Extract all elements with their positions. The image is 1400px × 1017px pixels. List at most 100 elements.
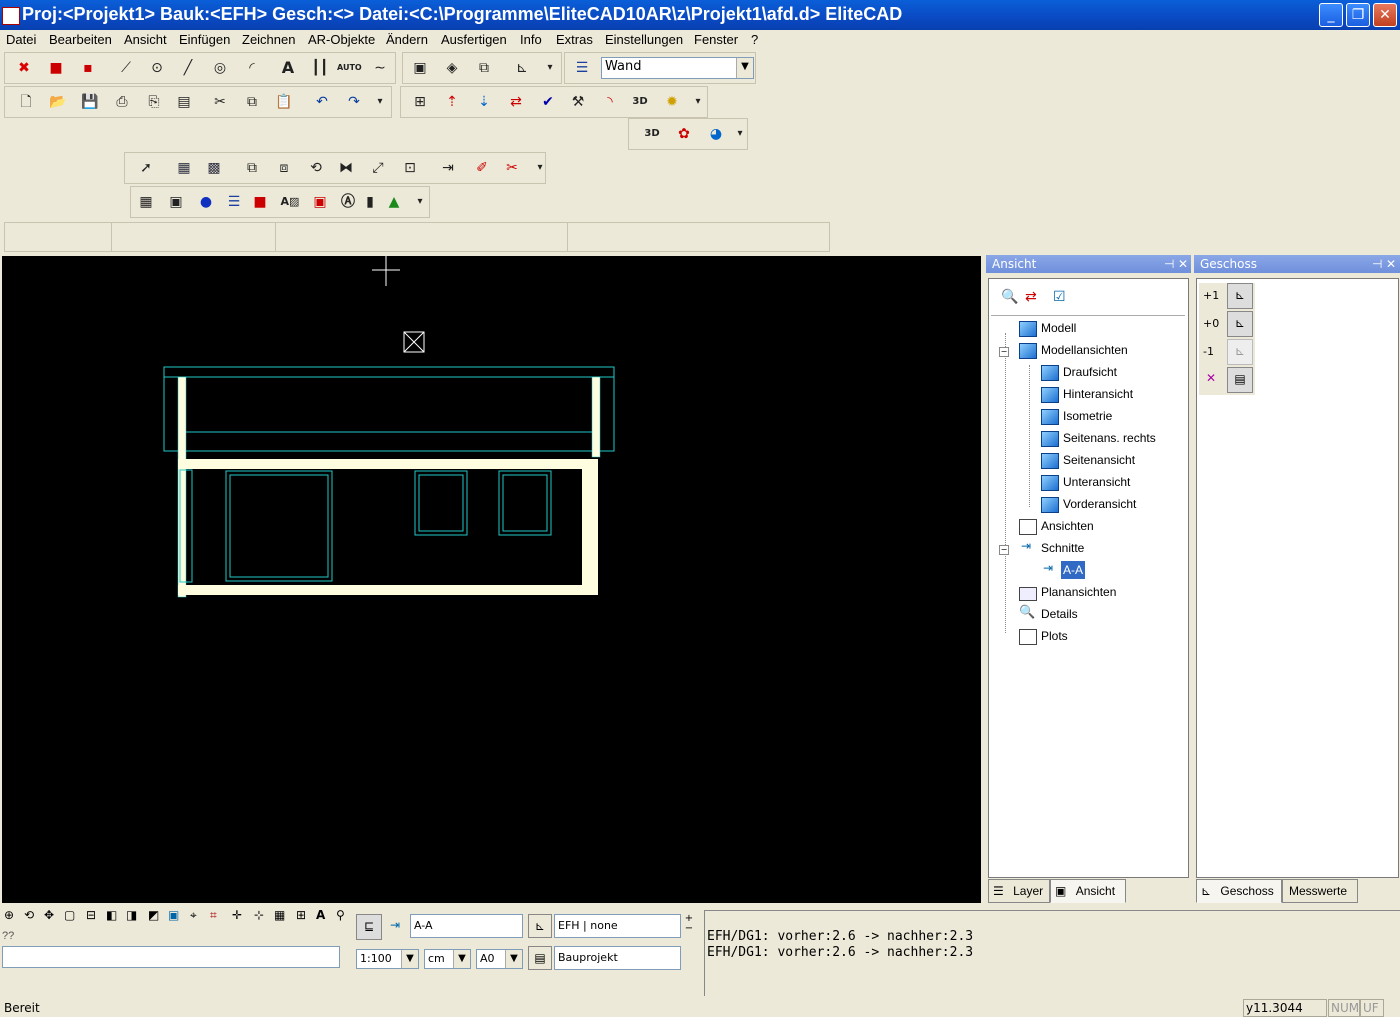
project-sync-icon[interactable]: ⇄ [505,91,527,113]
tree-item-plots[interactable]: Plots [1041,627,1068,645]
new-file-icon[interactable]: 🗋 [15,91,37,113]
hammer-icon[interactable]: ⚒ [567,91,589,113]
tree-item-unteransicht[interactable]: Unteransicht [1063,473,1130,491]
level-minus1[interactable]: -1 [1203,345,1214,358]
stretch-icon[interactable]: ⇥ [437,157,459,179]
pin-icon[interactable]: ⊣ [1372,255,1382,273]
hatch-icon[interactable]: ⟋ [115,57,137,79]
collapse-toggle[interactable]: − [999,347,1009,357]
snap-point-icon[interactable]: ✛ [232,908,242,922]
arc-icon[interactable]: ◜ [241,57,263,79]
info-snap-icon[interactable]: ⚲ [336,908,345,922]
select-red-icon[interactable]: ■ [45,57,67,79]
level-plus0[interactable]: +0 [1203,317,1219,330]
stairs-disabled-icon[interactable]: ⊾ [1227,339,1253,365]
project-down-icon[interactable]: ⇣ [473,91,495,113]
collapse-toggle[interactable]: − [999,545,1009,555]
pointer-icon[interactable]: ➚ [135,157,157,179]
menu-ausfertigen[interactable]: Ausfertigen [441,32,507,47]
menu-ansicht[interactable]: Ansicht [124,32,167,47]
hatch-text-icon[interactable]: A▨ [279,191,301,213]
wall-icon[interactable]: ▦ [135,191,157,213]
refresh-icon[interactable]: ⇄ [1025,289,1037,305]
scale-select[interactable]: 1:100 ▼ [356,949,419,969]
command-input[interactable] [2,946,340,968]
layer-select[interactable]: Wand ▼ [601,57,754,79]
tree-item-modellansichten[interactable]: Modellansichten [1041,341,1128,359]
tree-item-ansichten[interactable]: Ansichten [1041,517,1094,535]
tab-messwerte[interactable]: Messwerte [1282,879,1358,903]
tab-layer[interactable]: ☰ Layer [988,879,1050,903]
eraser-icon[interactable]: ✐ [471,157,493,179]
menu-fenster[interactable]: Fenster [694,32,738,47]
box-3d-icon[interactable]: ▣ [409,57,431,79]
move-object-icon[interactable]: ⧈ [273,157,295,179]
zoom-all-icon[interactable]: ▢ [64,908,75,922]
undo-icon[interactable]: ↶ [311,91,333,113]
tree-item-details[interactable]: Details [1041,605,1078,623]
zoom-previous-icon[interactable]: ⊟ [86,908,96,922]
maximize-button[interactable]: ❐ [1346,3,1370,27]
delete-level-icon[interactable]: ✕ [1201,371,1221,391]
array-icon[interactable]: ⊡ [399,157,421,179]
copy-icon[interactable]: ⧉ [241,91,263,113]
mirror-icon[interactable]: ⧓ [335,157,357,179]
unit-select[interactable]: cm ▼ [424,949,471,969]
sphere-icon[interactable]: ◕ [705,123,727,145]
layers-icon[interactable]: ☰ [571,57,593,79]
dimension-icon[interactable]: ┃┃ [309,57,331,79]
view-3d-icon[interactable]: ◧ [106,908,117,922]
curve-icon[interactable]: ∼ [369,57,391,79]
ortho-icon[interactable]: ⊞ [296,908,306,922]
stairs-icon[interactable]: ☰ [223,191,245,213]
window-select-icon[interactable]: ▦ [173,157,195,179]
rotate-icon[interactable]: ⟲ [305,157,327,179]
menu-zeichnen[interactable]: Zeichnen [242,32,295,47]
view-box-icon[interactable]: ◩ [148,908,159,922]
tab-ansicht[interactable]: ▣ Ansicht [1050,879,1126,903]
menu-ar-objekte[interactable]: AR-Objekte [308,32,375,47]
arc-edit-icon[interactable]: ◝ [599,91,621,113]
search-icon[interactable]: 🔍 [1001,289,1018,305]
trim-icon[interactable]: ✂ [501,157,523,179]
pan-icon[interactable]: ✥ [44,908,54,922]
chevron-down-icon[interactable]: ▾ [729,123,751,145]
save-all-icon[interactable]: ▤ [173,91,195,113]
circle-icon[interactable]: ◎ [209,57,231,79]
drawing-canvas[interactable] [2,256,981,903]
stairs-icon[interactable]: ⊾ [1227,283,1253,309]
minimize-button[interactable]: _ [1319,3,1343,27]
tree-item-planansichten[interactable]: Planansichten [1041,583,1116,601]
chevron-down-icon[interactable]: ▾ [409,191,431,213]
menu-extras[interactable]: Extras [556,32,593,47]
scale-icon[interactable]: ⤢ [367,157,389,179]
slab-icon[interactable]: ▣ [165,191,187,213]
open-folder-icon[interactable]: 📂 [47,91,69,113]
redo-icon[interactable]: ↷ [343,91,365,113]
tree-item-modell[interactable]: Modell [1041,319,1076,337]
auto-dimension-icon[interactable]: AUTO [337,57,362,79]
level-plus1[interactable]: +1 [1203,289,1219,302]
menu-einstellungen[interactable]: Einstellungen [605,32,683,47]
chevron-down-icon[interactable]: ▾ [529,157,551,179]
app-icon[interactable] [2,7,20,25]
text-snap-icon[interactable]: A [316,908,325,922]
tree-item-schnitte[interactable]: Schnitte [1041,539,1084,557]
tree-item-hinteransicht[interactable]: Hinteransicht [1063,385,1133,403]
floor-select[interactable]: EFH | none [554,914,681,938]
window-select2-icon[interactable]: ▩ [203,157,225,179]
tree-item-seitenans-rechts[interactable]: Seitenans. rechts [1063,429,1156,447]
line-icon[interactable]: ╱ [177,57,199,79]
snap-icon[interactable]: ⌖ [190,908,197,923]
cut-icon[interactable]: ✂ [209,91,231,113]
stairs-icon[interactable]: ⊾ [528,914,552,938]
zoom-window-icon[interactable]: ⊕ [4,908,14,922]
snap-grid-icon[interactable]: ⌗ [210,908,217,923]
project-icon[interactable]: ▤ [528,946,552,970]
door-icon[interactable]: ▮ [359,191,381,213]
tab-geschoss[interactable]: ⊾ Geschoss [1196,879,1282,903]
project-select[interactable]: Bauprojekt [554,946,681,970]
project-icon[interactable]: ⊞ [409,91,431,113]
view-iso-icon[interactable]: ◨ [126,908,137,922]
view-select[interactable]: A-A [410,914,523,938]
